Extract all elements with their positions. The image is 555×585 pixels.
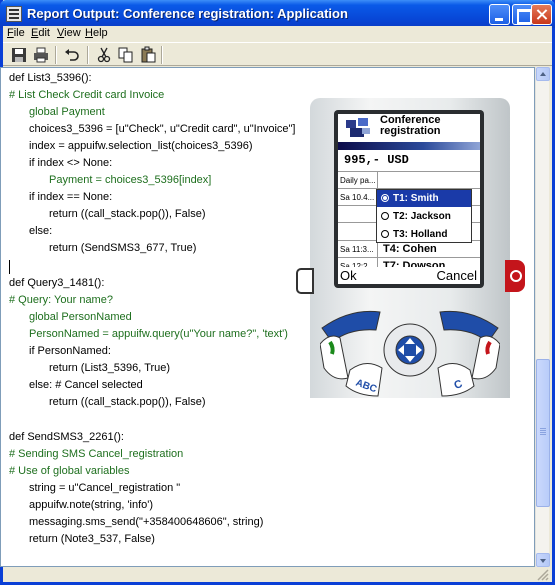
paste-icon[interactable]	[139, 46, 157, 64]
scroll-up-button[interactable]	[536, 67, 550, 81]
code-line: return ((call_stack.pop()), False)	[49, 208, 206, 220]
selection-popup: T1: Smith T2: Jackson T3: Holland	[376, 189, 472, 243]
resize-grip-icon[interactable]	[536, 568, 549, 581]
app-title: Conference registration	[380, 114, 441, 137]
code-line: Payment = choices3_5396[index]	[49, 174, 212, 186]
copy-icon[interactable]	[117, 46, 135, 64]
softkey-cancel[interactable]: Cancel	[437, 267, 477, 284]
code-line: PersonNamed = appuifw.query(u"Your name?…	[29, 328, 288, 340]
end-key[interactable]	[471, 335, 500, 380]
phone-screen: Conference registration 995,- USD Daily …	[338, 114, 480, 284]
option-t2[interactable]: T2: Jackson	[377, 208, 471, 225]
toolbar	[3, 42, 552, 66]
minimize-button[interactable]	[489, 4, 510, 25]
cut-icon[interactable]	[95, 46, 113, 64]
scroll-thumb[interactable]	[536, 359, 550, 507]
code-line: appuifw.note(string, 'info')	[29, 499, 154, 511]
toolbar-separator	[55, 46, 57, 64]
menu-help[interactable]: Help	[85, 27, 108, 39]
softkey-bar: Ok Cancel	[338, 267, 480, 284]
code-line: if index == None:	[29, 191, 113, 203]
edit-key[interactable]	[296, 268, 314, 294]
code-line: choices3_5396 = [u"Check", u"Credit card…	[29, 123, 296, 135]
menu-help-mnemonic: H	[85, 27, 93, 39]
print-icon[interactable]	[32, 46, 50, 64]
close-button[interactable]	[531, 4, 552, 25]
phone-keypad: ABC C	[320, 310, 500, 397]
menu-bar: File Edit View Help	[3, 26, 552, 42]
list-item-left: Sa 11:3...	[338, 241, 378, 258]
menu-edit-label: dit	[38, 27, 50, 39]
signal-bar	[338, 142, 480, 150]
menu-view-label: iew	[64, 27, 81, 39]
scroll-down-button[interactable]	[536, 553, 550, 567]
code-line: messaging.sms_send("+358400648606", stri…	[29, 516, 264, 528]
code-line: else:	[29, 225, 53, 237]
code-line: return (SendSMS3_677, True)	[49, 242, 197, 254]
code-line: return (List3_5396, True)	[49, 362, 171, 374]
list-item[interactable]: Daily pa...	[338, 171, 480, 189]
code-line: return ((call_stack.pop()), False)	[49, 396, 206, 408]
option-label: T1: Smith	[393, 193, 439, 204]
radio-selected-icon	[381, 194, 389, 202]
radio-icon	[381, 212, 389, 220]
list-item-left	[338, 206, 378, 223]
code-line: def SendSMS3_2261():	[9, 431, 124, 443]
undo-icon[interactable]	[63, 46, 81, 64]
app-title-pane: Conference registration	[338, 114, 480, 141]
code-line: def Query3_1481():	[9, 277, 105, 289]
menu-file-mnemonic: F	[7, 27, 14, 39]
phone-emulator: Conference registration 995,- USD Daily …	[290, 98, 530, 498]
option-t1[interactable]: T1: Smith	[377, 190, 471, 207]
menu-edit[interactable]: Edit	[31, 27, 50, 39]
maximize-button[interactable]	[512, 4, 533, 25]
menu-file-label: ile	[13, 27, 25, 39]
code-line: # Use of global variables	[9, 465, 130, 477]
code-line: string = u"Cancel_registration "	[29, 482, 181, 494]
app-icon	[6, 6, 22, 22]
conference-logo-icon	[342, 116, 374, 140]
softkey-ok[interactable]: Ok	[340, 267, 357, 284]
text-caret	[9, 260, 10, 274]
call-key[interactable]	[320, 335, 349, 380]
option-t3[interactable]: T3: Holland	[377, 226, 471, 243]
code-line: else: # Cancel selected	[29, 379, 143, 391]
code-line: # List Check Credit card Invoice	[9, 89, 165, 101]
code-line: global PersonNamed	[29, 311, 132, 323]
window-title: Report Output: Conference registration: …	[27, 6, 348, 21]
code-line: # Query: Your name?	[9, 294, 113, 306]
code-line: index = appuifw.selection_list(choices3_…	[29, 140, 253, 152]
menu-help-label: elp	[92, 27, 108, 39]
vertical-scrollbar[interactable]	[535, 67, 550, 567]
list-item-left	[338, 223, 378, 240]
code-line: global Payment	[29, 106, 105, 118]
price-label: 995,- USD	[344, 153, 409, 167]
radio-icon	[381, 230, 389, 238]
list-item-left: Sa 10.4...	[338, 189, 378, 206]
option-label: T2: Jackson	[393, 211, 451, 222]
code-line: def List3_5396():	[9, 72, 92, 84]
code-line: # Sending SMS Cancel_registration	[9, 448, 184, 460]
menu-view[interactable]: View	[57, 27, 81, 39]
toolbar-separator	[161, 46, 163, 64]
save-icon[interactable]	[10, 46, 28, 64]
code-line: if index <> None:	[29, 157, 113, 169]
title-bar[interactable]: Report Output: Conference registration: …	[0, 0, 555, 28]
power-key[interactable]	[505, 260, 525, 292]
list-item-left: Daily pa...	[338, 172, 378, 189]
toolbar-separator	[87, 46, 89, 64]
menu-file[interactable]: File	[7, 27, 25, 39]
code-line: if PersonNamed:	[29, 345, 111, 357]
code-line: return (Note3_537, False)	[29, 533, 155, 545]
list-item-right: T4: Cohen	[383, 243, 437, 255]
option-label: T3: Holland	[393, 229, 448, 240]
